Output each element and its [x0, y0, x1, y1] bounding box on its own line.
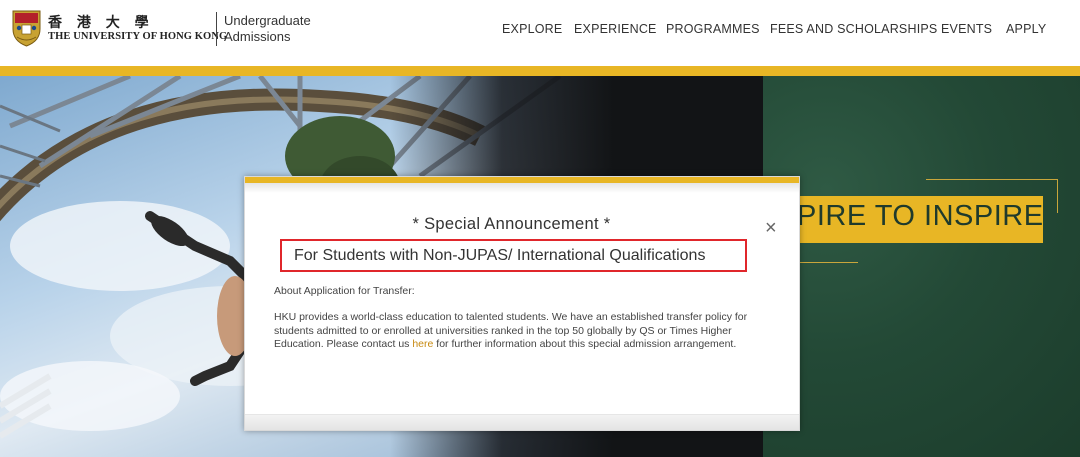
header-accent-bar	[0, 66, 1080, 76]
nav-item-events[interactable]: EVENTS	[941, 22, 992, 36]
modal-footer	[245, 414, 799, 430]
modal-body-text: HKU provides a world-class education to …	[274, 311, 754, 352]
contact-here-link[interactable]: here	[412, 338, 433, 350]
announcement-modal: × * Special Announcement * For Students …	[244, 176, 800, 431]
hero-tagline: PIRE TO INSPIRE	[797, 200, 1044, 232]
decorative-line	[1057, 179, 1058, 213]
modal-section-label: About Application for Transfer:	[274, 285, 415, 297]
body-text-part2: for further information about this speci…	[433, 338, 737, 350]
modal-bar-shadow	[245, 183, 799, 193]
decorative-line	[800, 262, 858, 263]
nav-item-programmes[interactable]: PROGRAMMES	[666, 22, 760, 36]
main-nav: EXPLORE EXPERIENCE PROGRAMMES FEES AND S…	[0, 22, 1080, 40]
decorative-line	[926, 179, 1058, 180]
nav-item-experience[interactable]: EXPERIENCE	[574, 22, 657, 36]
site-header: 香 港 大 學 THE UNIVERSITY OF HONG KONG Unde…	[0, 0, 1080, 66]
modal-subtitle: For Students with Non-JUPAS/ Internation…	[294, 247, 706, 264]
modal-title: * Special Announcement *	[412, 215, 611, 233]
nav-item-fees-and-scholarships[interactable]: FEES AND SCHOLARSHIPS	[770, 22, 937, 36]
nav-item-explore[interactable]: EXPLORE	[502, 22, 562, 36]
hero-green-panel	[763, 76, 1080, 457]
nav-item-apply[interactable]: APPLY	[1006, 22, 1046, 36]
